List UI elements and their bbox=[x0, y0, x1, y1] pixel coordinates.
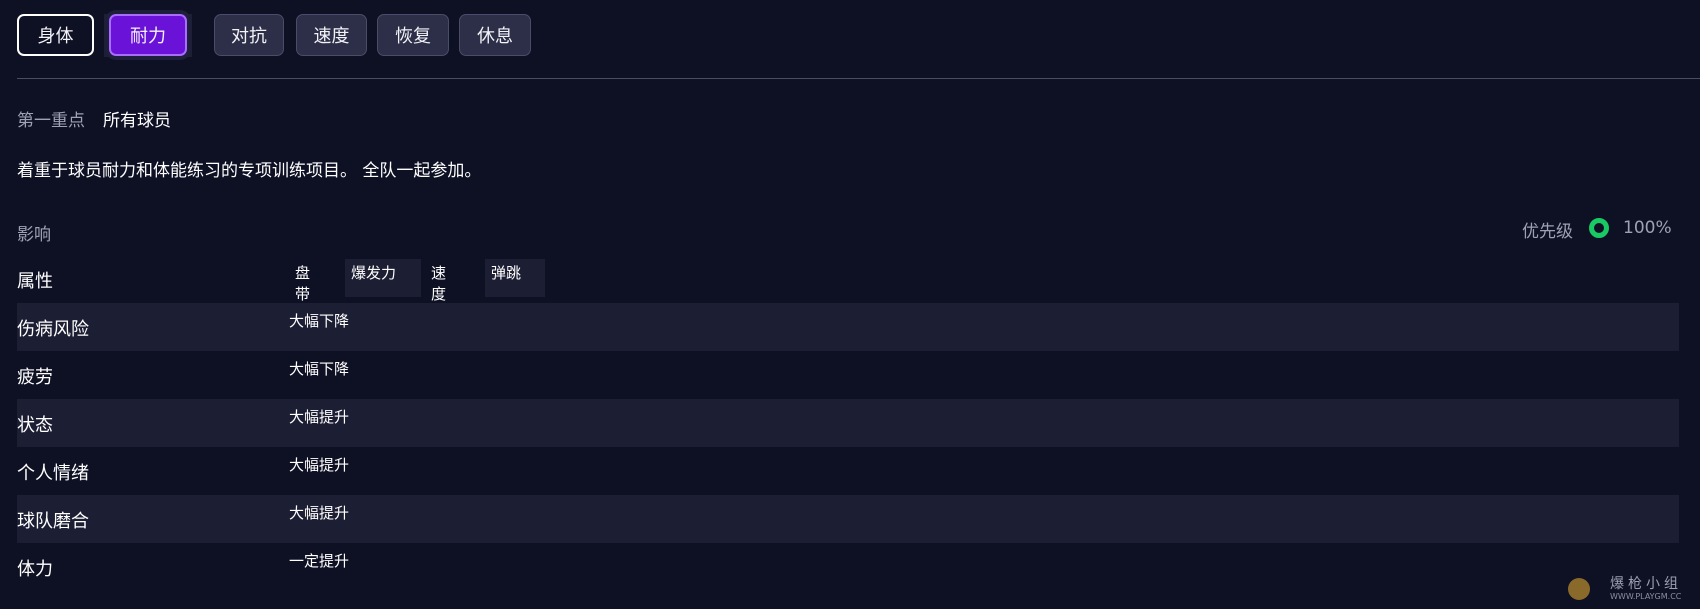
watermark-url: WWW.PLAYGM.CC bbox=[1610, 592, 1682, 601]
priority-indicator: 优先级 100% bbox=[1522, 217, 1672, 242]
priority-value: 100% bbox=[1623, 217, 1672, 238]
row-value: 大幅提升 bbox=[289, 456, 350, 474]
priority-label: 优先级 bbox=[1522, 222, 1573, 242]
row-label: 伤病风险 bbox=[17, 319, 89, 340]
tab-speed[interactable]: 速度 bbox=[296, 14, 367, 56]
tab-rest[interactable]: 休息 bbox=[459, 14, 531, 56]
tab-body[interactable]: 身体 bbox=[17, 14, 94, 56]
row-label: 疲劳 bbox=[17, 367, 53, 388]
table-row-attributes: 属性 盘带 爆发力 速度 弹跳 bbox=[17, 255, 1679, 303]
training-description: 着重于球员耐力和体能练习的专项训练项目。 全队一起参加。 bbox=[17, 161, 482, 181]
attribute-tag: 爆发力 bbox=[345, 259, 421, 297]
row-value: 一定提升 bbox=[289, 552, 350, 570]
tab-resistance[interactable]: 对抗 bbox=[214, 14, 284, 56]
impact-table: 属性 盘带 爆发力 速度 弹跳 伤病风险 大幅下降 疲劳 大幅下降 状态 大幅提… bbox=[17, 255, 1679, 591]
priority-ring-icon bbox=[1589, 217, 1609, 238]
impact-label: 影响 bbox=[17, 225, 51, 245]
focus-value: 所有球员 bbox=[103, 111, 171, 131]
table-row-condition: 状态 大幅提升 bbox=[17, 399, 1679, 447]
watermark-logo-icon bbox=[1568, 578, 1590, 600]
row-label: 个人情绪 bbox=[17, 463, 89, 484]
row-label: 体力 bbox=[17, 559, 53, 580]
row-label: 状态 bbox=[17, 415, 53, 436]
row-value: 大幅提升 bbox=[289, 408, 350, 426]
attribute-tag: 弹跳 bbox=[485, 259, 545, 297]
row-label: 属性 bbox=[17, 271, 53, 292]
table-row-morale: 个人情绪 大幅提升 bbox=[17, 447, 1679, 495]
row-value: 大幅下降 bbox=[289, 360, 350, 378]
row-value: 大幅下降 bbox=[289, 312, 350, 330]
watermark-title: 爆枪小组 bbox=[1610, 576, 1682, 592]
row-label: 球队磨合 bbox=[17, 511, 89, 532]
tab-endurance[interactable]: 耐力 bbox=[109, 14, 187, 56]
table-row-injury-risk: 伤病风险 大幅下降 bbox=[17, 303, 1679, 351]
table-row-team-cohesion: 球队磨合 大幅提升 bbox=[17, 495, 1679, 543]
row-value: 大幅提升 bbox=[289, 504, 350, 522]
table-row-fatigue: 疲劳 大幅下降 bbox=[17, 351, 1679, 399]
header-divider bbox=[17, 78, 1700, 79]
watermark: 爆枪小组 WWW.PLAYGM.CC bbox=[1568, 570, 1688, 604]
attribute-tag: 盘带 bbox=[295, 264, 311, 303]
focus-label: 第一重点 bbox=[17, 111, 85, 131]
tab-recovery[interactable]: 恢复 bbox=[377, 14, 449, 56]
attribute-tag: 速度 bbox=[431, 264, 447, 303]
table-row-stamina: 体力 一定提升 bbox=[17, 543, 1679, 591]
